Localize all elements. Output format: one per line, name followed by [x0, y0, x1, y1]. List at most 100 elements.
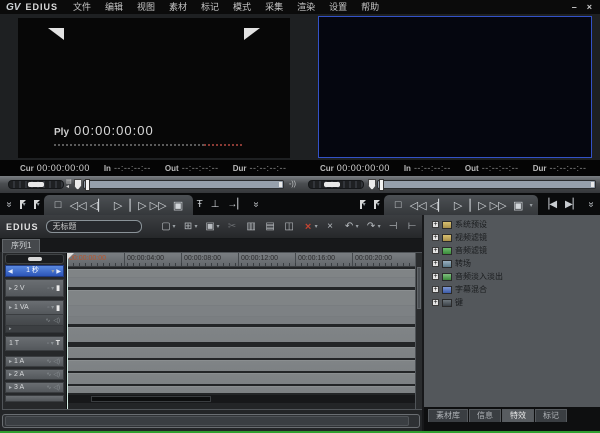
menu-marker[interactable]: 标记	[194, 0, 226, 14]
lane-a1[interactable]	[67, 347, 415, 358]
fast-forward-button[interactable]: ▷▷	[149, 199, 168, 212]
monitor-speaker-icon[interactable]: ◦))	[289, 181, 296, 188]
copy-icon[interactable]: ▥	[244, 221, 260, 232]
track-height-icon[interactable]: ▮	[56, 304, 60, 312]
set-out-button[interactable]: ⊥	[207, 193, 224, 215]
tree-item-key[interactable]: + 键	[432, 296, 600, 309]
tree-item-title-mixer[interactable]: + 字幕混合	[432, 283, 600, 296]
previous-frame-button[interactable]: ◁▏	[89, 199, 108, 212]
track-va-expander[interactable]: ▸	[5, 326, 64, 333]
stop-button[interactable]: □	[389, 199, 408, 211]
menu-view[interactable]: 视图	[130, 0, 162, 14]
zoom-handle[interactable]	[28, 257, 42, 261]
speaker-icon[interactable]: ◁)	[53, 384, 60, 391]
rewind-button[interactable]: ◁◁	[409, 199, 428, 212]
track-height-icon[interactable]: ▮	[56, 284, 60, 292]
lane-v[interactable]	[67, 269, 415, 287]
recorder-set-in-marker-button[interactable]: ▾	[356, 193, 370, 215]
lane-a3[interactable]	[67, 373, 415, 384]
fast-forward-button[interactable]: ▷▷	[489, 199, 508, 212]
track-header-a3[interactable]: ▸ 3 A ∿ ◁)	[5, 382, 64, 393]
paste-icon[interactable]: ▤	[263, 221, 279, 232]
recorder-position-slider[interactable]	[377, 180, 596, 189]
timeline-zoom-slider[interactable]	[5, 254, 64, 264]
expand-plus-icon[interactable]: +	[432, 234, 439, 241]
track-buttons-icon[interactable]: ▫ ▾	[47, 340, 54, 347]
shuttle-handle[interactable]	[28, 182, 44, 187]
tab-info[interactable]: 信息	[469, 409, 501, 422]
save-project-icon[interactable]: ▣▾	[203, 221, 222, 232]
timeline-horizontal-scrollbar[interactable]	[2, 414, 420, 428]
lane-va[interactable]	[67, 290, 415, 324]
recorder-shuttle-slider[interactable]	[308, 180, 364, 189]
expand-plus-icon[interactable]: +	[432, 286, 439, 293]
export-button[interactable]: →▏	[223, 193, 249, 215]
recorder-position-marker[interactable]	[368, 179, 376, 190]
lane-scroll-thumb[interactable]	[91, 396, 211, 402]
speaker-icon[interactable]: ◁)	[53, 371, 60, 378]
expand-icon[interactable]: ▸	[9, 326, 12, 332]
close-button[interactable]: ×	[587, 2, 592, 12]
tree-item-transitions[interactable]: + 转场	[432, 257, 600, 270]
menu-render[interactable]: 渲染	[290, 0, 322, 14]
lane-partial[interactable]	[67, 386, 415, 393]
next-frame-button[interactable]: ▏▷	[469, 199, 488, 212]
play-around-button[interactable]: ▣	[509, 199, 528, 212]
expand-icon[interactable]: ▸	[9, 285, 12, 292]
cut-icon[interactable]: ✂	[225, 221, 241, 232]
expand-plus-icon[interactable]: +	[432, 260, 439, 267]
shuttle-handle[interactable]	[324, 182, 340, 187]
tab-bin[interactable]: 素材库	[428, 409, 468, 422]
waveform-icon[interactable]: ∿	[45, 317, 50, 324]
timeline-vertical-scrollbar[interactable]	[415, 253, 422, 409]
timeline-ruler[interactable]: 00:00:00:00 00:00:04:00 00:00:08:00 00:0…	[67, 253, 415, 267]
vertical-scroll-thumb[interactable]	[417, 267, 421, 309]
waveform-icon[interactable]: ∿	[46, 358, 51, 365]
player-position-marker[interactable]	[74, 179, 82, 190]
track-header-a2[interactable]: ▸ 2 A ∿ ◁)	[5, 369, 64, 380]
player-set-in-marker-button[interactable]: ▾	[16, 193, 30, 215]
insert-mode-icon[interactable]: ⊣	[386, 221, 402, 232]
menu-help[interactable]: 帮助	[354, 0, 386, 14]
track-va-audio-subrow[interactable]: ∿ ◁)	[5, 315, 64, 326]
recorder-set-out-marker-button[interactable]: ▾	[370, 193, 384, 215]
timecode-entry-icon[interactable]: ▤◂	[66, 180, 72, 190]
position-handle[interactable]	[85, 179, 90, 191]
open-project-icon[interactable]: ⊞▾	[181, 221, 200, 232]
player-more-button[interactable]: »	[2, 193, 16, 215]
lane-t[interactable]	[67, 327, 415, 342]
lane-a2[interactable]	[67, 360, 415, 371]
expand-plus-icon[interactable]: +	[432, 273, 439, 280]
tree-item-audio-filters[interactable]: + 音频滤镜	[432, 244, 600, 257]
tab-marker[interactable]: 标记	[535, 409, 567, 422]
track-header-partial[interactable]	[5, 395, 64, 402]
expand-icon[interactable]: ▸	[9, 384, 12, 391]
tree-item-audio-crossfade[interactable]: + 音频淡入淡出	[432, 270, 600, 283]
next-frame-button[interactable]: ▏▷	[129, 199, 148, 212]
stop-button[interactable]: □	[49, 199, 68, 211]
tree-item-system-presets[interactable]: + 系统预设	[432, 218, 600, 231]
track-header-t[interactable]: 1 T ▫ ▾ T	[5, 336, 64, 351]
play-around-button[interactable]: ▣	[169, 199, 188, 212]
menu-file[interactable]: 文件	[66, 0, 98, 14]
sequence-title-field[interactable]	[46, 220, 142, 233]
track-header-a1[interactable]: ▸ 1 A ∿ ◁)	[5, 356, 64, 367]
title-track-icon[interactable]: T	[56, 340, 60, 347]
track-header-v[interactable]: ▸ 2 V ▫ ▾ ▮	[5, 279, 64, 297]
position-handle[interactable]	[379, 179, 384, 191]
horizontal-scroll-thumb[interactable]	[5, 416, 409, 426]
expand-icon[interactable]: ▸	[9, 304, 12, 311]
minimize-button[interactable]: –	[572, 2, 577, 12]
scale-prev-icon[interactable]: ◀	[6, 268, 15, 275]
tree-item-video-filters[interactable]: + 视频滤镜	[432, 231, 600, 244]
playhead-line[interactable]	[67, 253, 68, 409]
timeline-scale-selector[interactable]: ◀ 1 秒 ▾ ▶	[5, 265, 64, 277]
tab-effects[interactable]: 特效	[502, 409, 534, 422]
play-button[interactable]: ▷	[109, 199, 128, 212]
menu-capture[interactable]: 采集	[258, 0, 290, 14]
player-more-button-2[interactable]: »	[249, 193, 263, 215]
waveform-icon[interactable]: ∿	[46, 384, 51, 391]
waveform-icon[interactable]: ∿	[46, 371, 51, 378]
expand-icon[interactable]: ▸	[9, 358, 12, 365]
scale-next-icon[interactable]: ▶	[54, 268, 63, 275]
